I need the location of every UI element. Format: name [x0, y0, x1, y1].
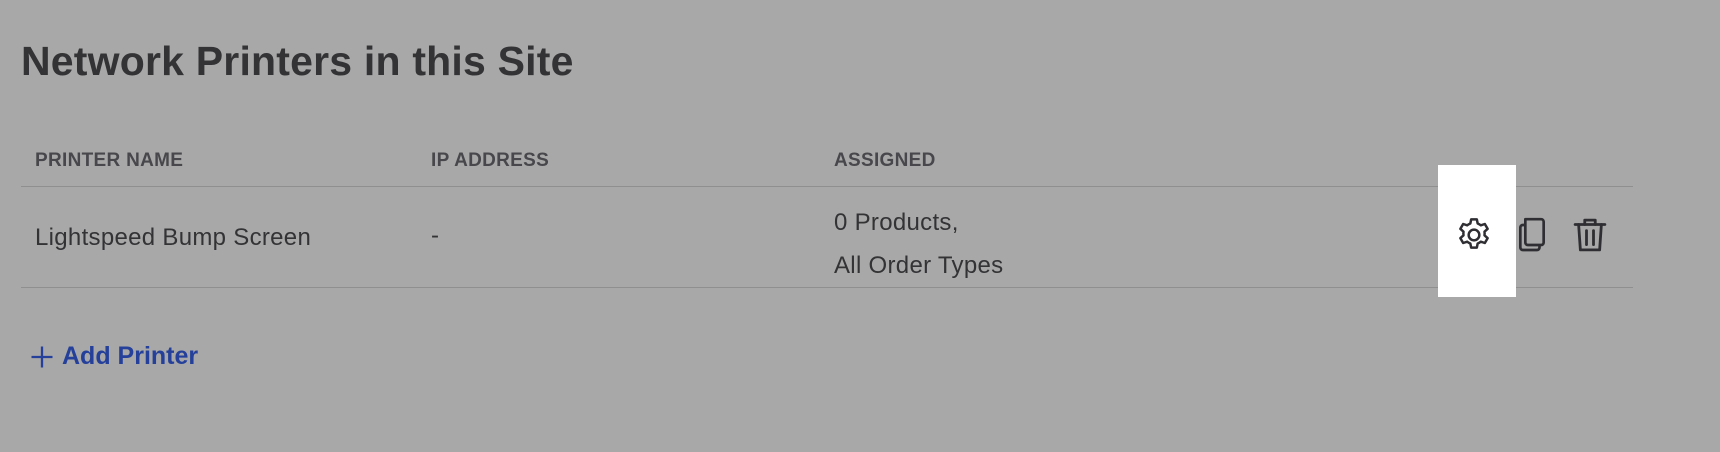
column-header-ip-address: IP ADDRESS — [431, 150, 550, 171]
ip-address-cell: - — [431, 222, 440, 249]
table-header: PRINTER NAME IP ADDRESS ASSIGNED — [21, 140, 1633, 187]
assigned-cell: 0 Products, All Order Types — [834, 201, 1003, 287]
settings-button[interactable] — [1450, 211, 1498, 259]
table-row: Lightspeed Bump Screen - 0 Products, All… — [21, 187, 1633, 288]
trash-icon — [1573, 218, 1607, 252]
copy-button[interactable] — [1508, 211, 1556, 259]
page-title: Network Printers in this Site — [21, 38, 574, 84]
printer-name-cell: Lightspeed Bump Screen — [35, 224, 312, 251]
column-header-assigned: ASSIGNED — [834, 150, 936, 171]
copy-icon — [1519, 217, 1545, 252]
assigned-products: 0 Products, — [834, 209, 959, 236]
delete-button[interactable] — [1566, 211, 1614, 259]
gear-icon — [1459, 218, 1489, 249]
column-header-printer-name: PRINTER NAME — [35, 150, 184, 171]
assigned-order-types: All Order Types — [834, 252, 1004, 279]
add-printer-link[interactable]: Add Printer — [28, 342, 198, 371]
plus-icon — [31, 346, 53, 367]
printers-table: PRINTER NAME IP ADDRESS ASSIGNED Lightsp… — [21, 140, 1633, 288]
add-printer-label: Add Printer — [62, 342, 199, 370]
